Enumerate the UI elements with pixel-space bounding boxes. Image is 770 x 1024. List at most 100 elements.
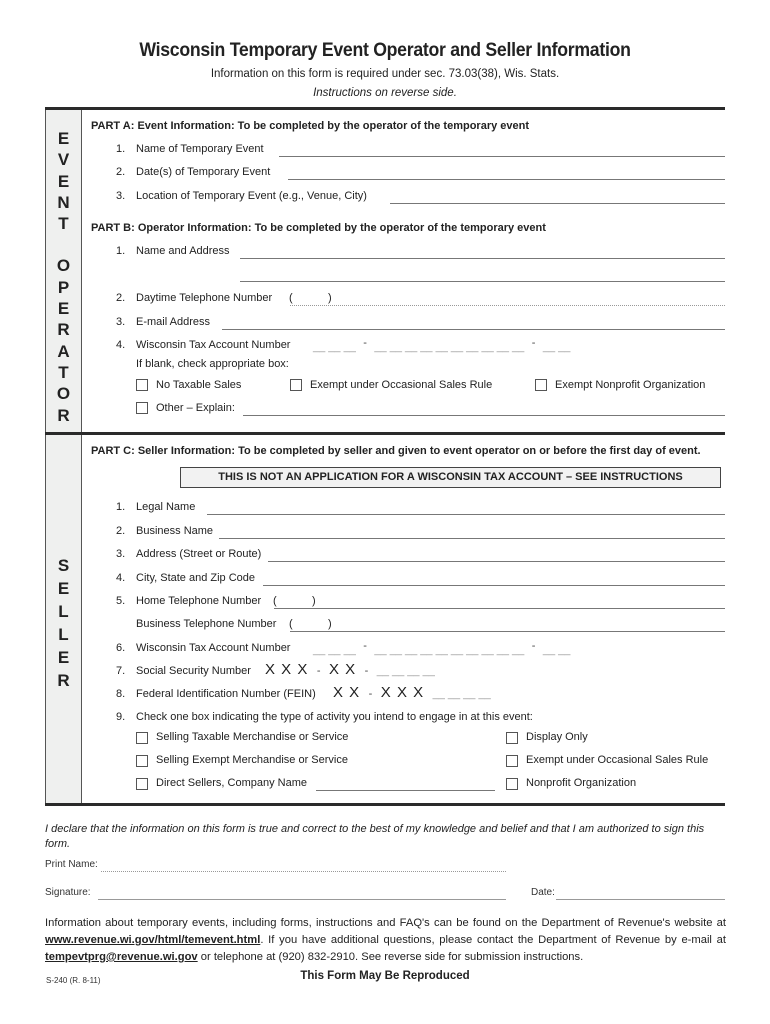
selling-exempt-checkbox[interactable] bbox=[136, 755, 148, 767]
selling-exempt-label: Selling Exempt Merchandise or Service bbox=[156, 754, 348, 766]
print-name-field[interactable] bbox=[101, 871, 506, 872]
tax-account-group2: __ __ __ __ __ __ __ __ __ __ bbox=[374, 341, 525, 353]
page-title: Wisconsin Temporary Event Operator and S… bbox=[139, 40, 631, 61]
city-state-zip-field[interactable] bbox=[263, 585, 725, 586]
display-only-label: Display Only bbox=[526, 731, 588, 743]
phone-open-paren: ( bbox=[289, 292, 293, 304]
instructions-note: Instructions on reverse side. bbox=[313, 87, 457, 99]
email-link[interactable]: tempevtprg@revenue.wi.gov bbox=[45, 951, 198, 963]
no-taxable-sales-label: No Taxable Sales bbox=[156, 379, 242, 391]
sidebar-letter: R bbox=[57, 320, 70, 340]
exempt-nonprofit-checkbox[interactable] bbox=[535, 379, 547, 391]
occasional-sales-label: Exempt under Occasional Sales Rule bbox=[526, 754, 709, 766]
ssn-label: Social Security Number bbox=[136, 665, 251, 677]
exempt-occasional-sales-checkbox[interactable] bbox=[290, 379, 302, 391]
sidebar-letter: E bbox=[57, 579, 70, 598]
legal-name-label: Legal Name bbox=[136, 501, 196, 513]
website-link[interactable]: www.revenue.wi.gov/html/temevent.html bbox=[45, 934, 260, 946]
item-number: 6. bbox=[116, 642, 126, 654]
ssn-separator: - bbox=[364, 665, 369, 677]
tax-account-separator: - bbox=[363, 337, 367, 349]
item-number: 7. bbox=[116, 665, 126, 677]
city-state-zip-label: City, State and Zip Code bbox=[136, 572, 256, 584]
phone-close-paren: ) bbox=[328, 292, 332, 304]
fein-field[interactable]: X X - X X X __ __ __ __ bbox=[333, 684, 491, 702]
event-dates-field[interactable] bbox=[288, 179, 725, 180]
selling-taxable-label: Selling Taxable Merchandise or Service bbox=[156, 731, 349, 743]
item-number: 1. bbox=[116, 501, 126, 513]
tax-account-separator: - bbox=[531, 640, 536, 652]
contact-information: Information about temporary events, incl… bbox=[45, 915, 726, 966]
home-phone-field[interactable] bbox=[274, 608, 725, 609]
sidebar-letter: R bbox=[57, 671, 70, 690]
date-label: Date: bbox=[531, 887, 555, 898]
if-blank-instruction: If blank, check appropriate box: bbox=[136, 358, 289, 370]
operator-phone-field[interactable] bbox=[290, 305, 725, 306]
operator-name-address-field[interactable] bbox=[240, 258, 725, 259]
item-number: 9. bbox=[116, 711, 126, 723]
signature-field[interactable] bbox=[98, 899, 506, 900]
print-name-label: Print Name: bbox=[45, 859, 98, 870]
address-field[interactable] bbox=[268, 561, 725, 562]
sidebar-letter: O bbox=[56, 256, 71, 276]
seller-tax-account-field[interactable]: __ __ __ - __ __ __ __ __ __ __ __ __ __… bbox=[313, 640, 570, 658]
fein-label: Federal Identification Number (FEIN) bbox=[136, 688, 316, 700]
home-phone-label: Home Telephone Number bbox=[136, 595, 262, 607]
sidebar-letter: N bbox=[57, 192, 70, 212]
business-name-label: Business Name bbox=[136, 525, 214, 537]
item-number: 5. bbox=[116, 595, 126, 607]
selling-taxable-checkbox[interactable] bbox=[136, 732, 148, 744]
tax-account-separator: - bbox=[531, 337, 536, 349]
phone-open-paren: ( bbox=[273, 595, 277, 607]
business-name-field[interactable] bbox=[219, 538, 725, 539]
ssn-field[interactable]: X X X - X X - __ __ __ __ bbox=[265, 661, 435, 679]
operator-address-line2-field[interactable] bbox=[240, 281, 725, 282]
event-name-field[interactable] bbox=[279, 156, 725, 157]
item-number: 3. bbox=[116, 316, 126, 328]
event-name-label: Name of Temporary Event bbox=[136, 143, 264, 155]
info-text: or telephone at (920) 832-2910. See reve… bbox=[197, 951, 584, 963]
other-explain-checkbox[interactable] bbox=[136, 402, 148, 414]
sidebar-letter: T bbox=[58, 362, 69, 382]
fein-last-four: __ __ __ __ bbox=[432, 688, 491, 700]
seller-tax-account-label: Wisconsin Tax Account Number bbox=[136, 642, 291, 654]
tax-account-group3: __ __ bbox=[542, 644, 571, 656]
date-field[interactable] bbox=[556, 899, 725, 900]
sidebar-letter: A bbox=[57, 341, 70, 361]
occasional-sales-checkbox[interactable] bbox=[506, 755, 518, 767]
business-phone-field[interactable] bbox=[290, 631, 725, 632]
fein-masked-1: X X bbox=[333, 684, 361, 701]
sidebar-letter: R bbox=[57, 405, 70, 425]
part-a-heading: PART A: Event Information: To be complet… bbox=[91, 120, 530, 132]
company-name-field[interactable] bbox=[316, 790, 495, 791]
item-number: 8. bbox=[116, 688, 126, 700]
display-only-checkbox[interactable] bbox=[506, 732, 518, 744]
part-b-heading: PART B: Operator Information: To be comp… bbox=[91, 222, 546, 234]
operator-tax-account-field[interactable]: __ __ __ - __ __ __ __ __ __ __ __ __ __… bbox=[313, 337, 570, 355]
part-c-heading: PART C: Seller Information: To be comple… bbox=[91, 445, 701, 457]
tax-account-group2: __ __ __ __ __ __ __ __ __ __ bbox=[374, 644, 525, 656]
item-number: 3. bbox=[116, 190, 126, 202]
info-text: . If you have additional questions, plea… bbox=[260, 934, 726, 946]
nonprofit-checkbox[interactable] bbox=[506, 778, 518, 790]
exempt-occasional-sales-label: Exempt under Occasional Sales Rule bbox=[310, 379, 493, 391]
direct-sellers-checkbox[interactable] bbox=[136, 778, 148, 790]
activity-type-instruction: Check one box indicating the type of act… bbox=[136, 711, 533, 723]
event-location-label: Location of Temporary Event (e.g., Venue… bbox=[136, 190, 367, 202]
tax-account-separator: - bbox=[363, 640, 367, 652]
phone-close-paren: ) bbox=[312, 595, 316, 607]
operator-email-field[interactable] bbox=[222, 329, 725, 330]
event-operator-sidebar: E V E N T O P E R A T O R bbox=[45, 110, 82, 432]
operator-email-label: E-mail Address bbox=[136, 316, 210, 328]
event-dates-label: Date(s) of Temporary Event bbox=[136, 166, 271, 178]
direct-sellers-label: Direct Sellers, Company Name bbox=[156, 777, 307, 789]
sidebar-letter: P bbox=[57, 277, 70, 297]
item-number: 1. bbox=[116, 143, 126, 155]
legal-name-field[interactable] bbox=[207, 514, 725, 515]
event-location-field[interactable] bbox=[390, 203, 725, 204]
other-explain-field[interactable] bbox=[243, 415, 725, 416]
operator-phone-label: Daytime Telephone Number bbox=[136, 292, 273, 304]
business-phone-label: Business Telephone Number bbox=[136, 618, 277, 630]
no-taxable-sales-checkbox[interactable] bbox=[136, 379, 148, 391]
